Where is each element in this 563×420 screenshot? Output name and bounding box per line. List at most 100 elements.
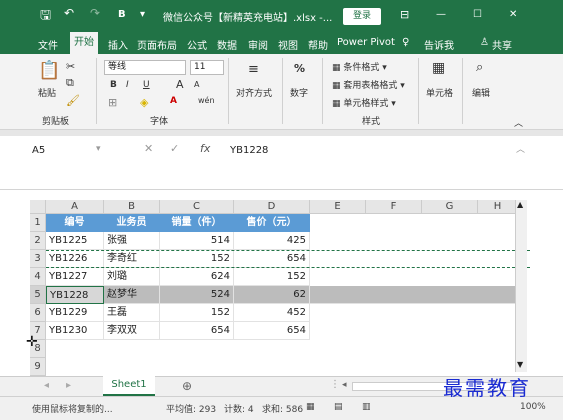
editing-button[interactable]: 编辑 <box>472 86 490 99</box>
login-button[interactable]: 登录 <box>343 8 381 25</box>
menu-help[interactable]: 帮助 <box>308 37 328 52</box>
sheet-tab-sheet1[interactable]: Sheet1 <box>103 376 155 396</box>
table-cell[interactable]: 刘璐 <box>104 268 160 286</box>
hscroll-left-icon[interactable]: ◂ <box>342 380 347 390</box>
table-cell[interactable]: 赵梦华 <box>104 286 160 304</box>
table-cell[interactable]: YB1230 <box>46 322 104 340</box>
minimize-button[interactable]: — <box>436 9 446 20</box>
cells-button[interactable]: 单元格 <box>426 86 453 99</box>
active-cell[interactable]: YB1228 <box>46 286 104 304</box>
font-name-select[interactable]: 等线 <box>104 60 186 75</box>
table-cell[interactable]: 李双双 <box>104 322 160 340</box>
header-cell-price[interactable]: 售价（元） <box>234 214 310 232</box>
column-header-e[interactable]: E <box>310 200 366 214</box>
scroll-up-icon[interactable]: ▲ <box>517 200 523 209</box>
grow-font-button[interactable]: A <box>176 78 184 91</box>
table-cell[interactable]: 654 <box>234 322 310 340</box>
share-button[interactable]: 共享 <box>492 37 512 52</box>
next-sheet-icon[interactable]: ▸ <box>66 380 71 391</box>
header-cell-id[interactable]: 编号 <box>46 214 104 232</box>
save-icon[interactable]: 🖫 <box>40 6 51 28</box>
table-cell[interactable]: 524 <box>160 286 234 304</box>
column-header-c[interactable]: C <box>160 200 234 214</box>
namebox-dropdown-icon[interactable]: ▾ <box>96 144 101 154</box>
ribbon-display-icon[interactable]: ⊟ <box>400 8 409 21</box>
prev-sheet-icon[interactable]: ◂ <box>44 380 49 391</box>
table-cell[interactable]: 425 <box>234 232 310 250</box>
insert-function-icon[interactable]: fx <box>200 142 210 155</box>
table-cell[interactable]: YB1227 <box>46 268 104 286</box>
table-cell[interactable]: YB1225 <box>46 232 104 250</box>
selected-row-fill[interactable] <box>310 286 518 304</box>
confirm-icon[interactable]: ✓ <box>170 142 179 155</box>
table-cell[interactable]: 王磊 <box>104 304 160 322</box>
bold-button[interactable]: B <box>110 80 117 90</box>
column-header-b[interactable]: B <box>104 200 160 214</box>
row-header[interactable]: 6 <box>30 304 46 322</box>
zoom-level[interactable]: 100% <box>520 402 546 412</box>
italic-button[interactable]: I <box>126 80 129 90</box>
conditional-format-button[interactable]: ▦ 条件格式 ▾ <box>332 60 387 73</box>
add-sheet-button[interactable]: ⊕ <box>182 379 192 393</box>
row-header[interactable]: 1 <box>30 214 46 232</box>
table-cell[interactable]: 152 <box>234 268 310 286</box>
table-cell[interactable]: 514 <box>160 232 234 250</box>
table-cell[interactable]: 624 <box>160 268 234 286</box>
menu-power-pivot[interactable]: Power Pivot <box>337 37 395 48</box>
bold-shortcut[interactable]: B <box>118 9 126 20</box>
page-break-view-icon[interactable]: ▥ <box>362 402 371 412</box>
cancel-icon[interactable]: ✕ <box>144 142 153 155</box>
row-header[interactable]: 9 <box>30 358 46 376</box>
row-header-selected[interactable]: 5 <box>30 286 46 304</box>
menu-formulas[interactable]: 公式 <box>187 37 207 52</box>
copy-icon[interactable]: ⧉ <box>66 76 74 90</box>
cut-icon[interactable]: ✂ <box>66 60 75 73</box>
row-header[interactable]: 2 <box>30 232 46 250</box>
alignment-button[interactable]: 对齐方式 <box>236 86 272 99</box>
column-header-h[interactable]: H <box>478 200 518 214</box>
fill-color-icon[interactable]: ◈ <box>140 96 148 109</box>
underline-button[interactable]: U <box>143 80 150 90</box>
menu-data[interactable]: 数据 <box>217 37 237 52</box>
border-icon[interactable]: ⊞ <box>108 96 117 109</box>
qat-more-icon[interactable]: ▾ <box>140 9 145 20</box>
tell-me-search[interactable]: 告诉我 <box>424 37 454 52</box>
paste-button[interactable]: 粘贴 <box>38 86 56 99</box>
undo-icon[interactable]: ↶ <box>64 6 74 20</box>
cell-styles-button[interactable]: ▦ 单元格样式 ▾ <box>332 96 396 109</box>
select-all-corner[interactable] <box>30 200 46 214</box>
menu-page-layout[interactable]: 页面布局 <box>137 37 177 52</box>
percent-icon[interactable]: % <box>294 62 305 75</box>
table-cell[interactable]: 452 <box>234 304 310 322</box>
tab-split-handle[interactable]: ⋮ <box>330 379 340 390</box>
menu-review[interactable]: 审阅 <box>248 37 268 52</box>
formula-input[interactable]: YB1228 <box>230 145 268 156</box>
number-button[interactable]: 数字 <box>290 86 308 99</box>
table-cell[interactable]: 张强 <box>104 232 160 250</box>
header-cell-salesperson[interactable]: 业务员 <box>104 214 160 232</box>
table-cell[interactable]: 62 <box>234 286 310 304</box>
column-header-g[interactable]: G <box>422 200 478 214</box>
column-header-f[interactable]: F <box>366 200 422 214</box>
search-icon[interactable]: ⌕ <box>476 60 483 75</box>
header-cell-quantity[interactable]: 销量（件） <box>160 214 234 232</box>
format-as-table-button[interactable]: ▦ 套用表格格式 ▾ <box>332 78 405 91</box>
scroll-down-icon[interactable]: ▼ <box>517 360 523 369</box>
collapse-ribbon-icon[interactable]: ︿ <box>514 116 523 129</box>
column-header-d[interactable]: D <box>234 200 310 214</box>
redo-icon[interactable]: ↷ <box>90 6 100 20</box>
row-header[interactable]: 4 <box>30 268 46 286</box>
column-header-a[interactable]: A <box>46 200 104 214</box>
row-header[interactable]: 3 <box>30 250 46 268</box>
table-cell[interactable]: YB1229 <box>46 304 104 322</box>
table-cell[interactable]: 152 <box>160 304 234 322</box>
worksheet-grid[interactable]: A B C D E F G H 1 2 3 4 5 6 7 8 9 编号 业务员… <box>30 200 530 376</box>
normal-view-icon[interactable]: ▦ <box>306 402 315 412</box>
maximize-button[interactable]: ☐ <box>473 9 482 20</box>
phonetic-button[interactable]: wén <box>198 96 215 105</box>
menu-insert[interactable]: 插入 <box>108 37 128 52</box>
paste-icon[interactable]: 📋 <box>38 60 60 81</box>
alignment-icon[interactable]: ≡ <box>248 62 259 77</box>
menu-home[interactable]: 开始 <box>70 32 98 54</box>
font-size-select[interactable]: 11 <box>190 60 224 75</box>
